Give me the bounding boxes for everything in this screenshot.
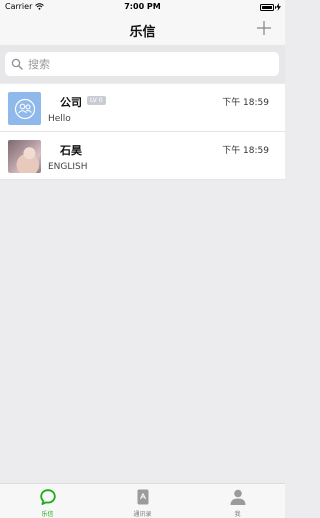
search-input[interactable] [28,57,268,71]
person-icon [230,489,245,505]
chat-preview: Hello [48,114,71,124]
search-box[interactable] [5,52,279,76]
status-time: 7:00 PM [124,2,161,11]
group-avatar-icon [14,98,35,119]
tab-label: 通讯录 [133,511,152,518]
photo-avatar [8,140,41,173]
chat-list: 公司 LV 0 Hello 下午 18:59 石昊 ENGLISH 下午 18:… [0,84,285,180]
chat-name: 公司 [60,96,82,109]
contacts-book-icon [137,489,148,505]
page-title: 乐信 [129,25,156,40]
plus-icon[interactable] [256,20,272,36]
tab-contacts[interactable]: 通讯录 [95,484,190,518]
chat-time: 下午 18:59 [222,98,269,108]
chat-name: 石昊 [60,144,82,157]
chat-preview: ENGLISH [48,162,88,172]
chat-row-shihao[interactable]: 石昊 ENGLISH 下午 18:59 [0,132,285,180]
chat-time: 下午 18:59 [222,146,269,156]
charging-bolt-icon [276,3,281,11]
level-badge: LV 0 [87,96,106,105]
status-bar: Carrier 7:00 PM [0,0,285,14]
tab-label: 我 [234,511,241,518]
battery-icon [260,3,276,11]
search-area [0,45,285,83]
chat-bubble-icon [39,489,56,505]
nav-bar: 乐信 [0,14,285,45]
tab-bar: 乐信 通讯录 我 [0,483,285,518]
tab-label: 乐信 [41,511,54,518]
chat-row-company[interactable]: 公司 LV 0 Hello 下午 18:59 [0,84,285,132]
search-icon [11,58,23,70]
group-avatar [8,92,41,125]
tab-lexin[interactable]: 乐信 [0,484,95,518]
tab-me[interactable]: 我 [190,484,285,518]
battery-group [260,3,281,11]
